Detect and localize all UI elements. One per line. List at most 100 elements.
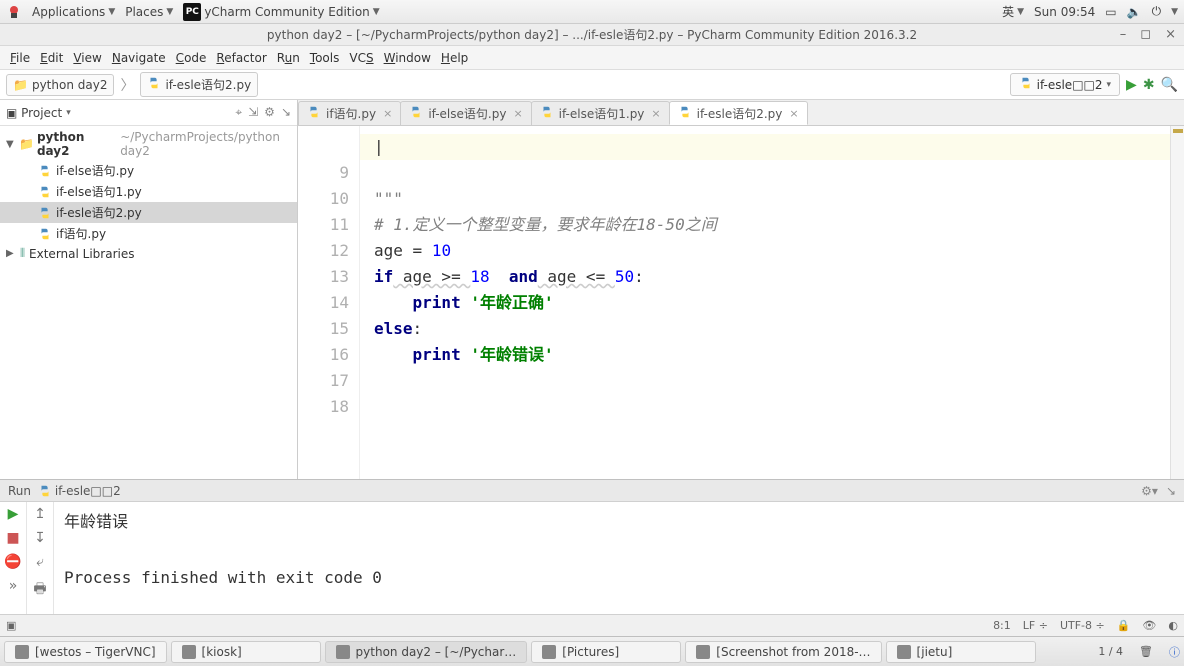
- menu-code[interactable]: Code: [172, 49, 211, 67]
- code-area[interactable]: | """ # 1.定义一个整型变量，要求年龄在18-50之间 age = 10…: [360, 126, 1170, 479]
- close-icon[interactable]: ×: [513, 107, 522, 120]
- editor-tab-label: if-else语句.py: [428, 105, 506, 122]
- input-lang[interactable]: 英▼: [1002, 3, 1024, 20]
- activities-icon[interactable]: [6, 4, 22, 20]
- menu-edit[interactable]: Edit: [36, 49, 67, 67]
- breadcrumb-file[interactable]: if-esle语句2.py: [140, 72, 258, 97]
- app-switcher[interactable]: PCyCharm Community Edition▼: [183, 3, 379, 21]
- run-button[interactable]: ▶: [1126, 77, 1137, 93]
- inspector-icon[interactable]: 👁: [1142, 619, 1156, 632]
- print-icon[interactable]: 🖶: [33, 578, 46, 602]
- chevron-down-icon: ▾: [66, 108, 71, 118]
- taskbar-item[interactable]: [Pictures]: [531, 641, 681, 663]
- gear-icon[interactable]: ⚙: [264, 105, 275, 120]
- tool-window-toggle[interactable]: ▣: [6, 619, 16, 632]
- project-header: ▣ Project ▾ ⌖ ⇲ ⚙ ↘: [0, 100, 297, 126]
- taskbar-item[interactable]: python day2 – [~/Pychar…: [325, 641, 528, 663]
- taskbar-item[interactable]: [westos – TigerVNC]: [4, 641, 167, 663]
- close-icon[interactable]: ×: [651, 107, 660, 120]
- volume-icon[interactable]: 🔈: [1127, 5, 1142, 19]
- info-icon[interactable]: ⓘ: [1169, 644, 1180, 660]
- battery-icon[interactable]: ▭: [1105, 5, 1116, 19]
- menu-refactor[interactable]: Refactor: [212, 49, 270, 67]
- breadcrumb-root[interactable]: 📁 python day2: [6, 74, 114, 96]
- project-file-label: if-else语句.py: [56, 162, 134, 179]
- menu-run[interactable]: Run: [273, 49, 304, 67]
- project-file[interactable]: if语句.py: [0, 223, 297, 244]
- power-icon[interactable]: ⏻: [1152, 4, 1162, 19]
- process-exit-line: Process finished with exit code 0: [64, 564, 1174, 592]
- run-output[interactable]: 年龄错误 Process finished with exit code 0: [54, 502, 1184, 614]
- project-file[interactable]: if-else语句1.py: [0, 181, 297, 202]
- clock[interactable]: Sun 09:54: [1034, 5, 1095, 19]
- python-file-icon: [540, 105, 554, 122]
- search-everywhere-button[interactable]: 🔍: [1161, 77, 1178, 93]
- scroll-from-src-icon[interactable]: ⌖: [235, 105, 242, 120]
- dump-threads-button[interactable]: ⛔: [4, 554, 21, 570]
- menu-window[interactable]: Window: [380, 49, 435, 67]
- trash-icon[interactable]: 🗑: [1139, 645, 1153, 658]
- down-stack-icon[interactable]: ↧: [34, 530, 46, 546]
- taskbar-item[interactable]: [Screenshot from 2018-…: [685, 641, 881, 663]
- menu-help[interactable]: Help: [437, 49, 472, 67]
- python-file-icon: [38, 484, 52, 498]
- stop-button[interactable]: ■: [6, 530, 19, 546]
- close-icon[interactable]: ×: [789, 107, 798, 120]
- project-root-path: ~/PycharmProjects/python day2: [120, 130, 293, 158]
- status-bar: ▣ 8:1 LF ÷ UTF-8 ÷ 🔒 👁 ◐: [0, 614, 1184, 636]
- close-icon[interactable]: ×: [383, 107, 392, 120]
- applications-menu[interactable]: Applications▼: [32, 5, 115, 19]
- file-encoding[interactable]: UTF-8 ÷: [1060, 619, 1105, 632]
- project-view-selector[interactable]: ▣ Project: [6, 106, 62, 120]
- run-tool-window: Run if-esle□□2 ⚙▾ ↘ ▶ ■ ⛔ » ↥ ↧ ⤶ 🖶 年龄错误: [0, 479, 1184, 614]
- lock-icon[interactable]: 🔒: [1117, 619, 1131, 632]
- menu-view[interactable]: View: [69, 49, 105, 67]
- library-icon: ⫴: [20, 246, 25, 261]
- warning-marker[interactable]: [1173, 129, 1183, 133]
- code-editor[interactable]: 9 10 11 12 13 14 15 16 17 18 | """ # 1.定…: [298, 126, 1184, 479]
- hide-icon[interactable]: ↘: [281, 105, 291, 120]
- caret-position[interactable]: 8:1: [993, 619, 1011, 632]
- window-title: python day2 – [~/PycharmProjects/python …: [267, 26, 917, 43]
- taskbar-item-label: [kiosk]: [202, 645, 242, 659]
- close-button[interactable]: ×: [1165, 27, 1176, 42]
- places-menu[interactable]: Places▼: [125, 5, 173, 19]
- rerun-button[interactable]: ▶: [8, 506, 19, 522]
- taskbar-item[interactable]: [jietu]: [886, 641, 1036, 663]
- editor-tab[interactable]: if语句.py×: [298, 101, 401, 125]
- editor-markers[interactable]: [1170, 126, 1184, 479]
- gear-icon[interactable]: ⚙▾: [1141, 484, 1158, 498]
- workspace-pager[interactable]: 1 / 4: [1098, 645, 1123, 658]
- collapse-all-icon[interactable]: ⇲: [248, 105, 258, 120]
- more-icon[interactable]: »: [9, 578, 18, 594]
- menu-file[interactable]: File: [6, 49, 34, 67]
- hide-icon[interactable]: ↘: [1166, 484, 1176, 498]
- editor-tab[interactable]: if-else语句.py ×: [400, 101, 531, 125]
- taskbar-item[interactable]: [kiosk]: [171, 641, 321, 663]
- run-config-label: if-esle□□2: [1037, 78, 1103, 92]
- minimize-button[interactable]: –: [1120, 27, 1127, 42]
- soft-wrap-icon[interactable]: ⤶: [36, 554, 44, 570]
- project-tree[interactable]: ▼ 📁 python day2 ~/PycharmProjects/python…: [0, 126, 297, 479]
- menu-vcs[interactable]: VCS: [345, 49, 377, 67]
- menu-navigate[interactable]: Navigate: [108, 49, 170, 67]
- project-root[interactable]: ▼ 📁 python day2 ~/PycharmProjects/python…: [0, 128, 297, 160]
- editor-tab[interactable]: if-else语句1.py×: [531, 101, 670, 125]
- run-config-selector[interactable]: if-esle□□2 ▾: [1010, 73, 1120, 96]
- maximize-button[interactable]: ◻: [1140, 27, 1151, 42]
- breadcrumb-file-label: if-esle语句2.py: [165, 76, 251, 93]
- external-libraries[interactable]: ▶ ⫴ External Libraries: [0, 244, 297, 263]
- editor-tab-label: if-esle语句2.py: [697, 105, 783, 122]
- app-icon: [15, 645, 29, 659]
- editor-tab[interactable]: if-esle语句2.py ×: [669, 101, 808, 125]
- project-file[interactable]: if-else语句.py: [0, 160, 297, 181]
- line-separator[interactable]: LF ÷: [1023, 619, 1048, 632]
- debug-button[interactable]: ✱: [1143, 77, 1155, 93]
- expand-arrow-icon[interactable]: ▶: [6, 248, 16, 259]
- expand-arrow-icon[interactable]: ▼: [6, 139, 15, 150]
- project-file[interactable]: if-esle语句2.py: [0, 202, 297, 223]
- gutter[interactable]: 9 10 11 12 13 14 15 16 17 18: [298, 126, 360, 479]
- memory-icon[interactable]: ◐: [1168, 619, 1178, 632]
- menu-tools[interactable]: Tools: [306, 49, 344, 67]
- up-stack-icon[interactable]: ↥: [34, 506, 46, 522]
